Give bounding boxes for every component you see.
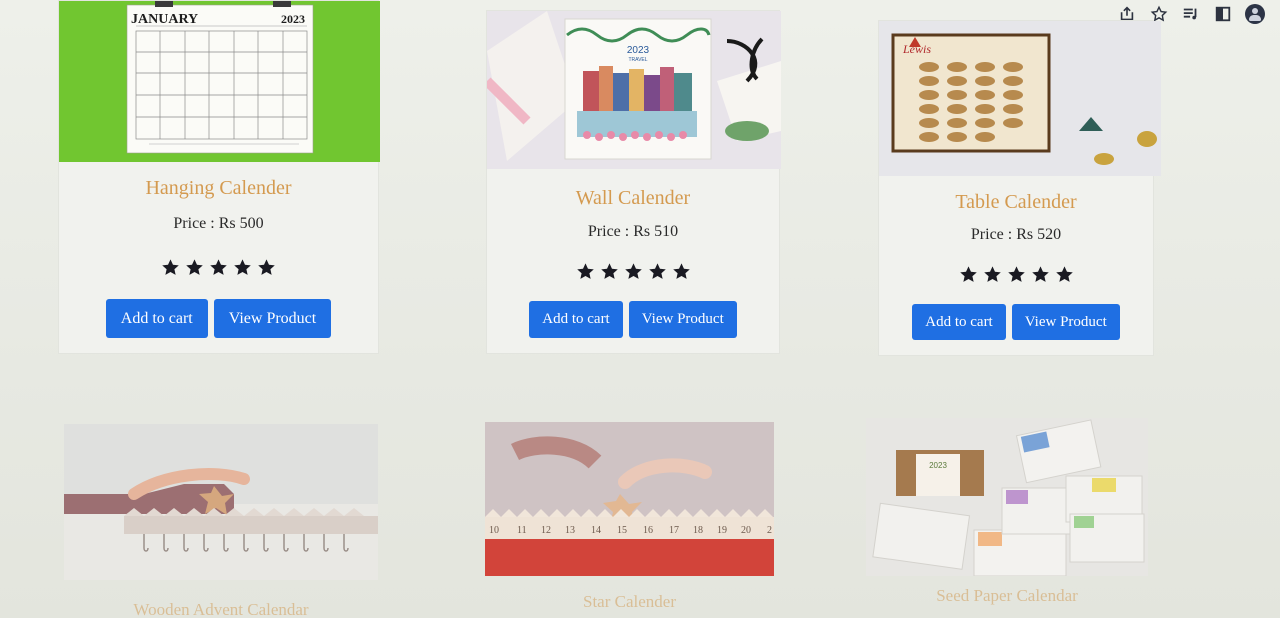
product-image-wall-calender[interactable]: 2023 TRAVEL [487, 11, 781, 169]
product-price: Price : Rs 520 [970, 226, 1062, 243]
calendar-number-text: 12 [541, 525, 551, 536]
add-to-cart-button[interactable]: Add to cart [105, 299, 208, 338]
calendar-number-text: 2 [767, 525, 772, 536]
product-image-wooden-advent-calendar[interactable] [64, 424, 378, 580]
star-icon [983, 266, 1001, 282]
star-icon [162, 259, 179, 275]
star-icon [186, 259, 203, 275]
view-product-button[interactable]: View Product [628, 301, 737, 338]
product-image-table-calender[interactable]: Lewis [879, 21, 1161, 176]
rating-stars [879, 265, 1153, 284]
product-image-star-calender[interactable]: 10 11 12 13 14 15 16 17 18 19 20 2 [485, 422, 774, 576]
reading-list-icon[interactable] [1180, 3, 1202, 25]
product-card-table-calender: Lewis Table Calender Price : Rs 520 Add … [878, 20, 1161, 356]
star-icon [600, 263, 618, 279]
card-actions: Add to cart View Product [879, 304, 1153, 340]
calendar-month-text: JANUARY [131, 12, 198, 27]
star-icon [959, 266, 977, 282]
card-actions: Add to cart View Product [59, 299, 378, 338]
product-image-hanging-calender[interactable]: JANUARY 2023 [59, 1, 380, 162]
side-panel-icon[interactable] [1212, 3, 1234, 25]
calendar-number-text: 14 [591, 525, 601, 536]
product-card-wall-calender: 2023 TRAVEL Wall Calender Price : Rs 510 [486, 10, 781, 354]
calendar-number-text: 10 [489, 525, 499, 536]
product-title: Seed Paper Calendar [936, 586, 1078, 605]
star-icon [234, 259, 251, 275]
rating-stars [487, 262, 779, 281]
calendar-year-text: 2023 [627, 45, 650, 56]
add-to-cart-button[interactable]: Add to cart [912, 304, 1006, 340]
star-icon [624, 263, 642, 279]
profile-icon[interactable] [1244, 3, 1266, 25]
view-product-button[interactable]: View Product [213, 299, 332, 338]
calendar-caption-text: TRAVEL [628, 57, 647, 63]
calendar-number-text: 15 [617, 525, 627, 536]
calendar-year-text: 2023 [281, 12, 305, 26]
add-to-cart-button[interactable]: Add to cart [529, 301, 623, 338]
calendar-number-text: 20 [741, 525, 751, 536]
product-title: Star Calender [583, 592, 676, 611]
calendar-number-text: 16 [643, 525, 653, 536]
product-listing-screen: JANUARY 2023 Hanging Calender Price : Rs… [0, 0, 1280, 618]
star-icon [258, 259, 275, 275]
star-icon [1031, 266, 1049, 282]
product-image-seed-paper-calendar[interactable]: 2023 [866, 418, 1148, 576]
avatar[interactable] [1245, 4, 1265, 24]
product-title: Wall Calender [575, 187, 691, 209]
star-icon [648, 263, 666, 279]
rating-stars [59, 258, 378, 277]
product-title: Wooden Advent Calendar [133, 600, 309, 618]
star-icon [1055, 266, 1073, 282]
star-icon [1007, 266, 1025, 282]
calendar-number-text: 11 [517, 525, 527, 536]
view-product-button[interactable]: View Product [1011, 304, 1120, 340]
product-card-hanging-calender: JANUARY 2023 Hanging Calender Price : Rs… [58, 0, 380, 354]
product-title: Table Calender [955, 191, 1077, 213]
calendar-year-text: 2023 [929, 461, 947, 470]
product-price: Price : Rs 500 [173, 215, 264, 232]
star-icon [210, 259, 227, 275]
product-price: Price : Rs 510 [587, 223, 679, 240]
calendar-number-text: 18 [693, 525, 703, 536]
star-icon [672, 263, 690, 279]
card-actions: Add to cart View Product [487, 301, 779, 338]
calendar-number-text: 17 [669, 525, 679, 536]
calendar-number-text: 19 [717, 525, 727, 536]
star-icon [576, 263, 594, 279]
calendar-number-text: 13 [565, 525, 575, 536]
product-title: Hanging Calender [145, 177, 292, 199]
